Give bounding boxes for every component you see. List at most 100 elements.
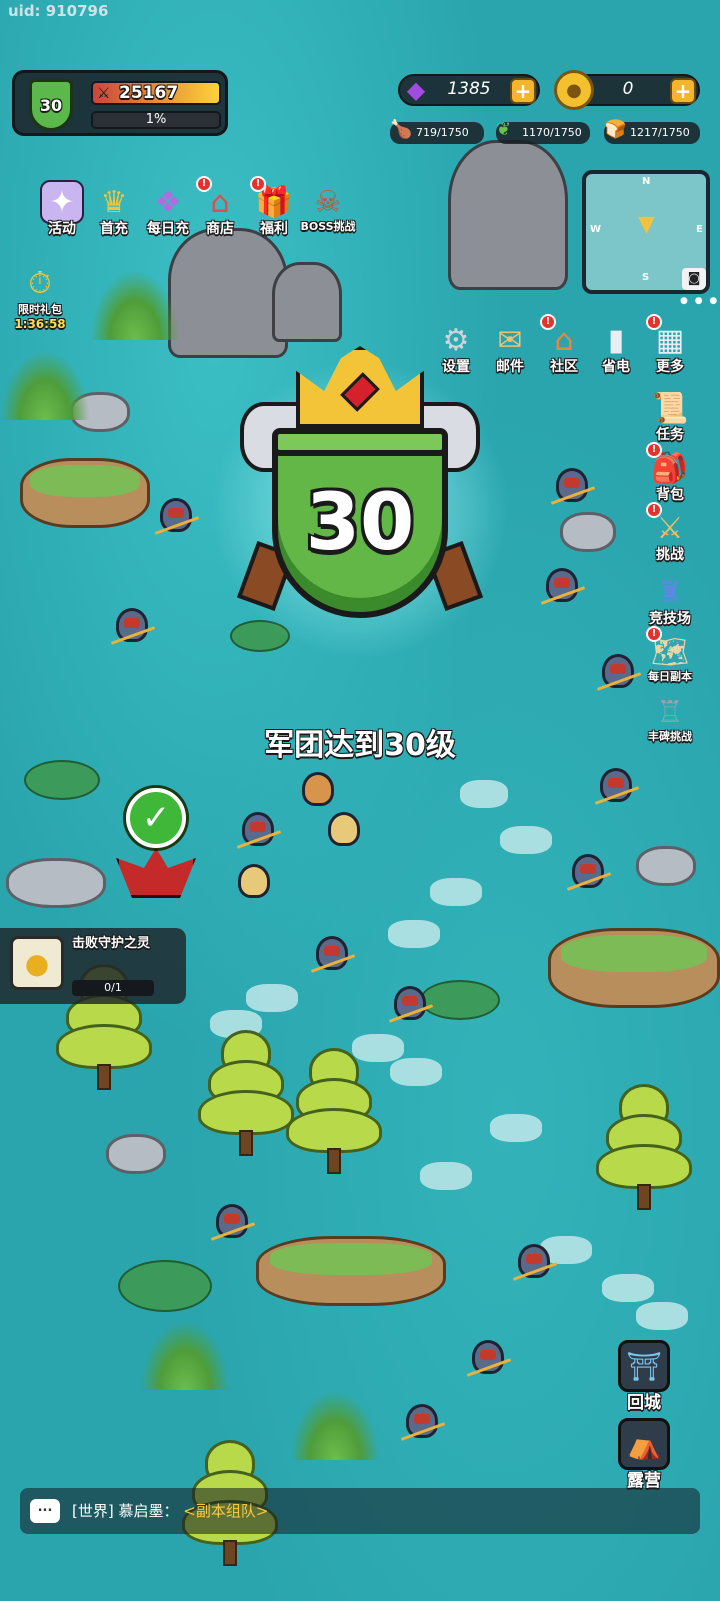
rock-mountain (448, 140, 568, 290)
menu-boss-challenge[interactable]: ☠ BOSS挑战 (298, 180, 358, 234)
chat-bar[interactable]: ... [世界] 慕启墨： <副本组队> (20, 1488, 700, 1534)
herb-value: 1170/1750 (522, 126, 582, 139)
limited-gift-timer: 1:36:58 (14, 317, 66, 331)
side-label: 竞技场 (649, 611, 691, 627)
minimap[interactable]: N S W E ▼ ◙ (582, 170, 710, 294)
side-label: 挑战 (656, 547, 684, 563)
add-gold-button[interactable]: + (670, 78, 696, 104)
notification-badge: ! (646, 502, 662, 518)
chat-link[interactable]: <副本组队> (183, 1502, 268, 1520)
quest-title: 击败守护之灵 (72, 936, 151, 951)
lily-pad (24, 760, 100, 800)
bread-resource: 🍞 1217/1750 (604, 119, 700, 144)
new-level-number: 30 (305, 478, 415, 568)
return-city-button[interactable]: ⛩ 回城 (614, 1340, 674, 1413)
return-city-icon: ⛩ (618, 1340, 670, 1392)
community-button[interactable]: ! ⌂ 社区 (534, 314, 594, 376)
trident-monster[interactable] (110, 604, 156, 648)
reed-grass (140, 1320, 230, 1390)
quest-tracker[interactable]: ● 击败守护之灵 0/1 (0, 928, 186, 1004)
stepping-stone (602, 1274, 654, 1302)
trident-monster[interactable] (512, 1240, 558, 1284)
limited-gift-button[interactable]: ⏱ 限时礼包 1:36:58 (10, 266, 70, 331)
side-label: 任务 (656, 427, 684, 443)
gold-currency: ● 0 + (554, 70, 700, 110)
gold-value: 0 (622, 79, 634, 99)
stone-altar (6, 858, 106, 908)
herb-icon: ❦ (496, 119, 512, 140)
reed-grass (290, 1390, 380, 1460)
hero-unit[interactable] (232, 860, 276, 904)
level-shield: 30 (272, 428, 448, 618)
trident-monster[interactable] (596, 650, 642, 694)
menu-label: 商店 (206, 221, 234, 237)
meat-icon: 🍗 (390, 119, 413, 140)
trident-monster[interactable] (388, 982, 434, 1026)
stopwatch-icon: ⏱ (28, 266, 52, 301)
trident-monster[interactable] (310, 932, 356, 976)
power-save-label: 省电 (602, 359, 630, 375)
trident-monster[interactable] (594, 764, 640, 808)
pine-tree (594, 1084, 694, 1214)
gold-coin-icon: ● (554, 70, 594, 110)
user-id: uid: 910796 (8, 2, 109, 20)
community-label: 社区 (550, 359, 578, 375)
island (256, 1236, 446, 1306)
trident-monster[interactable] (236, 808, 282, 852)
trident-monster[interactable] (154, 494, 200, 538)
chat-bubble-icon: ... (30, 1499, 60, 1523)
trident-monster[interactable] (540, 564, 586, 608)
hero-unit[interactable] (322, 808, 366, 852)
menu-daily-charge[interactable]: ❖ 每日充 (138, 180, 198, 238)
checkmark-icon[interactable]: ✓ (126, 788, 186, 848)
side-arena-button[interactable]: ♜ 竞技场 (640, 570, 700, 628)
reed-grass (0, 350, 90, 420)
meat-resource: 🍗 719/1750 (390, 119, 484, 144)
stepping-stone (246, 984, 298, 1012)
menu-first-charge[interactable]: ♛ 首充 (84, 180, 144, 238)
power-value: 25167 (119, 83, 179, 103)
gem-icon: ◆ (406, 76, 426, 104)
power-save-button[interactable]: ▮ 省电 (586, 318, 646, 376)
side-backpack-button[interactable]: ! 🎒 背包 (640, 442, 700, 504)
camera-icon[interactable]: ◙ (682, 268, 706, 290)
exp-progress: 1% (91, 111, 221, 129)
stepping-stone (490, 1114, 542, 1142)
more-button[interactable]: ! ▦ 更多 (640, 314, 700, 376)
stepping-stone (636, 1302, 688, 1330)
trident-monster[interactable] (210, 1200, 256, 1244)
bread-icon: 🍞 (604, 119, 627, 140)
add-gems-button[interactable]: + (510, 78, 536, 104)
side-label: 每日副本 (648, 670, 692, 683)
side-daily-dungeon-button[interactable]: ! 🗺 每日副本 (640, 626, 700, 684)
camp-button[interactable]: ⛺ 露营 (614, 1418, 674, 1491)
island (548, 928, 720, 1008)
trident-monster[interactable] (466, 1336, 512, 1380)
side-quest-button[interactable]: 📜 任务 (640, 386, 700, 444)
stone (106, 1134, 166, 1174)
compass-n: N (642, 176, 651, 187)
trident-monster[interactable] (400, 1400, 446, 1444)
stepping-stone (500, 826, 552, 854)
menu-shop[interactable]: ! ⌂ 商店 (190, 176, 250, 238)
stepping-stone (420, 1162, 472, 1190)
lily-pad (118, 1260, 212, 1312)
chat-message: [世界] 慕启墨： <副本组队> (72, 1500, 268, 1521)
crossed-swords-icon: ⚔ (97, 84, 111, 102)
stepping-stone (390, 1058, 442, 1086)
player-level-panel[interactable]: 30 ⚔ 25167 1% (12, 70, 228, 136)
player-level-badge: 30 (29, 79, 73, 131)
quest-progress: 0/1 (72, 980, 154, 996)
notification-badge: ! (646, 314, 662, 330)
pine-tree (284, 1048, 384, 1178)
trident-monster[interactable] (566, 850, 612, 894)
hero-unit[interactable] (296, 768, 340, 812)
menu-event[interactable]: ✦ 活动 (32, 180, 92, 238)
stepping-stone (460, 780, 508, 808)
trident-monster[interactable] (550, 464, 596, 508)
gem-currency: ◆ 1385 + (398, 74, 540, 106)
side-monument-button[interactable]: ♖ 丰碑挑战 (640, 690, 700, 744)
menu-welfare[interactable]: ! 🎁 福利 (244, 176, 304, 238)
side-challenge-button[interactable]: ! ⚔ 挑战 (640, 502, 700, 564)
camp-icon: ⛺ (618, 1418, 670, 1470)
